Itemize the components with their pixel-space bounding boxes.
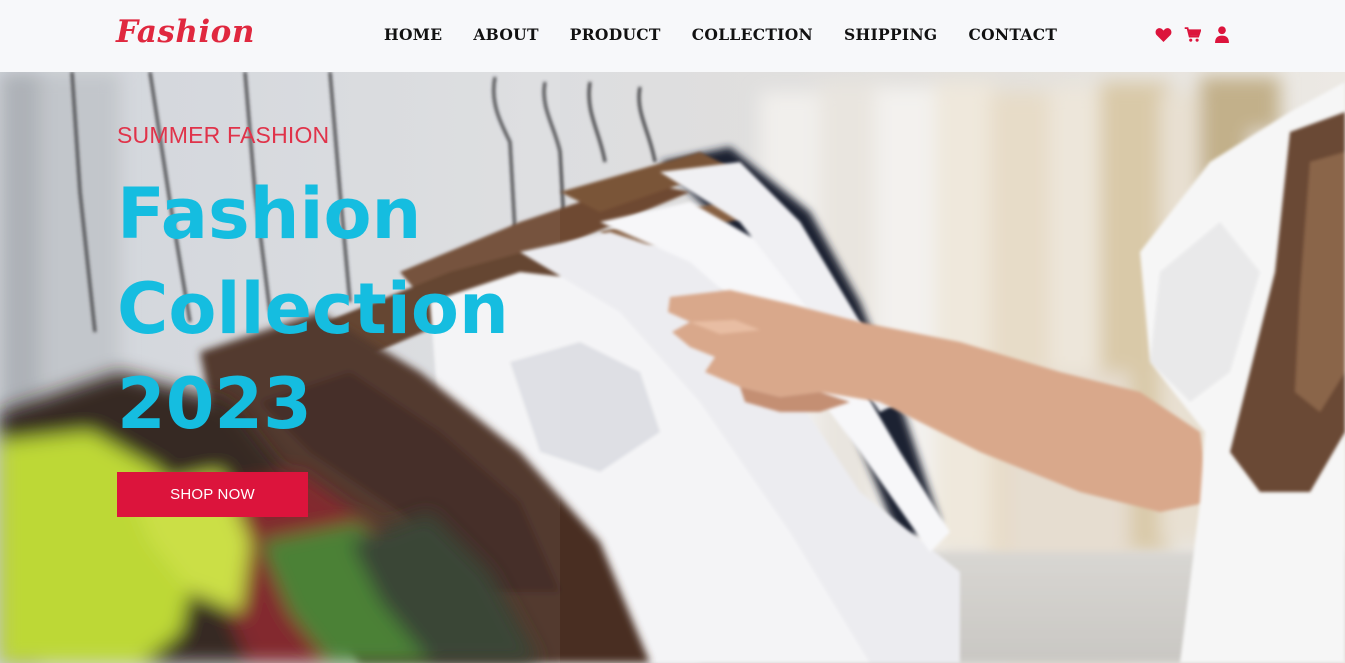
hero-banner: SUMMER FASHION Fashion Collection 2023 S…	[0, 72, 1345, 663]
main-nav: HOME ABOUT PRODUCT COLLECTION SHIPPING C…	[384, 25, 1088, 44]
hero-subtitle: SUMMER FASHION	[117, 122, 330, 148]
nav-home[interactable]: HOME	[384, 25, 442, 44]
shop-now-button[interactable]: SHOP NOW	[117, 472, 308, 517]
hero-title-line3: 2023	[117, 363, 312, 445]
nav-collection[interactable]: COLLECTION	[692, 25, 813, 44]
hero-content: SUMMER FASHION Fashion Collection 2023 S…	[117, 122, 597, 517]
hero-title-line2: Collection	[117, 268, 509, 350]
hero-title-line1: Fashion	[117, 173, 422, 255]
heart-icon[interactable]	[1155, 26, 1172, 43]
page: Fashion HOME ABOUT PRODUCT COLLECTION SH…	[0, 0, 1345, 663]
site-logo[interactable]: Fashion	[116, 14, 255, 50]
nav-about[interactable]: ABOUT	[473, 25, 538, 44]
nav-icons	[1155, 26, 1230, 43]
nav-product[interactable]: PRODUCT	[570, 25, 661, 44]
navbar: Fashion HOME ABOUT PRODUCT COLLECTION SH…	[0, 0, 1345, 72]
nav-shipping[interactable]: SHIPPING	[844, 25, 937, 44]
user-icon[interactable]	[1213, 26, 1230, 43]
nav-contact[interactable]: CONTACT	[968, 25, 1057, 44]
cart-icon[interactable]	[1184, 26, 1201, 43]
hero-title: Fashion Collection 2023	[117, 167, 597, 452]
